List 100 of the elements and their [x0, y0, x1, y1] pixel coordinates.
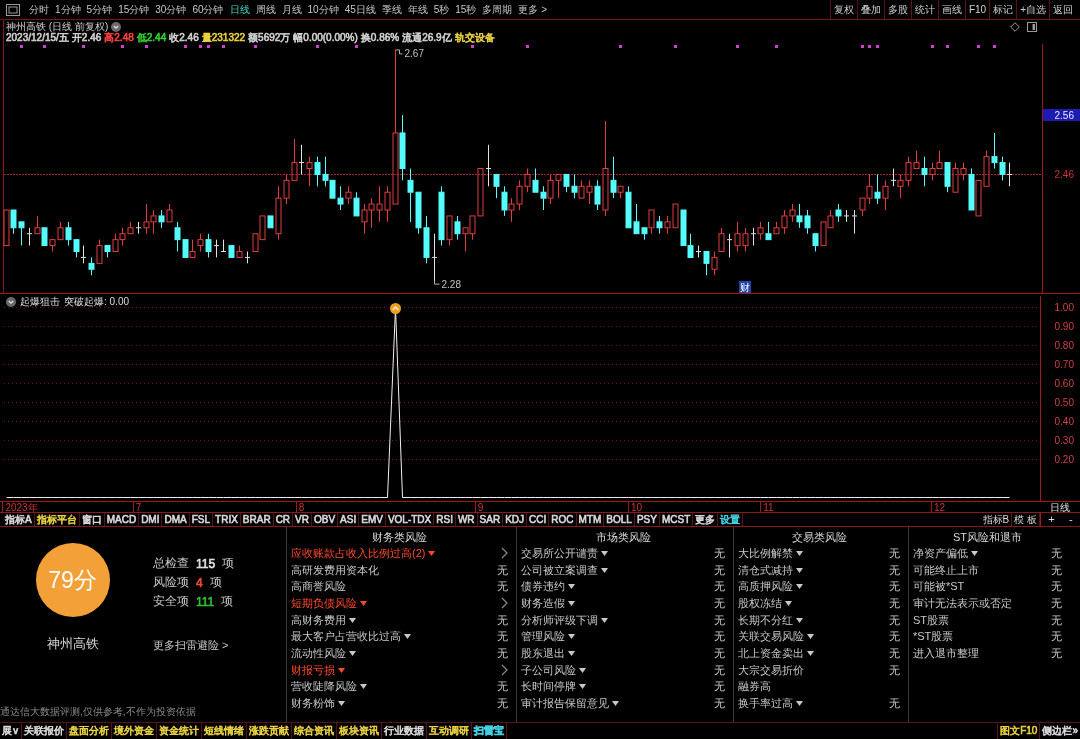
chevron-right-icon[interactable]	[501, 547, 508, 560]
risk-item[interactable]: 管理风险	[521, 629, 565, 645]
indicator-tab[interactable]: ROC	[549, 513, 577, 526]
caret-down-icon[interactable]	[807, 634, 814, 640]
event-badge[interactable]: 财	[739, 281, 751, 293]
period-tab[interactable]: 60分钟	[191, 2, 225, 17]
risk-item[interactable]: 公司被立案调查	[521, 562, 598, 578]
bottom-tab[interactable]: 境外资金	[112, 723, 158, 739]
risk-item[interactable]: 可能被*ST	[913, 579, 965, 595]
chevron-down-circle-icon[interactable]	[6, 296, 16, 307]
indicator-tab[interactable]: 窗口	[79, 513, 105, 526]
caret-down-icon[interactable]	[568, 584, 575, 590]
indicator-tab[interactable]: MACD	[104, 513, 140, 526]
bottom-tab[interactable]: 资金统计	[157, 723, 203, 739]
toolbar-button[interactable]: 叠加	[856, 0, 884, 19]
caret-down-icon[interactable]	[568, 634, 575, 640]
risk-item[interactable]: 高质押风险	[738, 579, 793, 595]
toolbar-button[interactable]: +自选	[1016, 0, 1049, 19]
caret-down-icon[interactable]	[601, 550, 608, 556]
indicator-tab[interactable]: RSI	[434, 513, 456, 526]
indicator-tab[interactable]: TRIX	[213, 513, 241, 526]
indicator-tab[interactable]: 指标B	[980, 513, 1013, 526]
caret-down-icon[interactable]	[612, 701, 619, 707]
bottom-tab[interactable]: 关联报价	[22, 723, 68, 739]
panel-icon[interactable]	[1027, 21, 1037, 32]
toolbar-button[interactable]: 画线	[937, 0, 965, 19]
indicator-tab[interactable]: EMV	[359, 513, 386, 526]
risk-item[interactable]: 高研发费用资本化	[291, 562, 379, 578]
caret-down-icon[interactable]	[796, 550, 803, 556]
bottom-tab[interactable]: 板块资讯	[337, 723, 383, 739]
indicator-tab[interactable]: DMA	[162, 513, 190, 526]
caret-down-icon[interactable]	[338, 701, 345, 707]
risk-item[interactable]: 长时间停牌	[521, 679, 576, 695]
indicator-tab[interactable]: FSL	[189, 513, 214, 526]
risk-item[interactable]: 子公司风险	[521, 662, 576, 678]
risk-item[interactable]: 流动性风险	[291, 645, 346, 661]
caret-down-icon[interactable]	[579, 667, 586, 673]
indicator-tab[interactable]: DMI	[139, 513, 163, 526]
indicator-tab[interactable]: OBV	[312, 513, 339, 526]
caret-down-icon[interactable]	[796, 617, 803, 623]
toolbar-button[interactable]: 多股	[883, 0, 911, 19]
risk-item[interactable]: 关联交易风险	[738, 629, 804, 645]
caret-down-icon[interactable]	[796, 584, 803, 590]
caret-down-icon[interactable]	[601, 617, 608, 623]
risk-item[interactable]: 净资产偏低	[913, 545, 968, 561]
risk-item[interactable]: 交易所公开谴责	[521, 545, 598, 561]
indicator-tab[interactable]: KDJ	[503, 513, 528, 526]
toolbar-button[interactable]: 统计	[910, 0, 938, 19]
period-tab[interactable]: 分时	[28, 2, 50, 17]
risk-item[interactable]: 进入退市整理	[913, 645, 979, 661]
caret-down-icon[interactable]	[796, 567, 803, 573]
caret-down-icon[interactable]	[785, 600, 792, 606]
risk-item[interactable]: 审计无法表示或否定	[913, 595, 1012, 611]
period-tab[interactable]: 10分钟	[306, 2, 340, 17]
risk-item[interactable]: 审计报告保留意见	[521, 696, 609, 712]
window-icon[interactable]	[6, 3, 20, 16]
period-tab[interactable]: 15秒	[454, 2, 478, 17]
period-tab[interactable]: 30分钟	[154, 2, 188, 17]
caret-down-icon[interactable]	[349, 617, 356, 623]
indicator-tab[interactable]: 设置	[718, 513, 744, 526]
toolbar-button[interactable]: 复权	[829, 0, 857, 19]
caret-down-icon[interactable]	[601, 567, 608, 573]
bottom-tab[interactable]: 综合资讯	[292, 723, 338, 739]
indicator-tab[interactable]: MCST	[659, 513, 694, 526]
zoom-button[interactable]: -	[1066, 513, 1076, 526]
risk-item[interactable]: 营收陡降风险	[291, 679, 357, 695]
indicator-tab[interactable]: BOLL	[604, 513, 635, 526]
bottom-tab[interactable]: 侧边栏»	[1039, 723, 1080, 739]
risk-item[interactable]: 债券违约	[521, 579, 565, 595]
zoom-button[interactable]: +	[1045, 513, 1058, 526]
risk-item[interactable]: 融券高	[738, 679, 771, 695]
risk-item[interactable]: 高商誉风险	[291, 579, 346, 595]
indicator-tab[interactable]: PSY	[634, 513, 660, 526]
caret-down-icon[interactable]	[428, 550, 436, 556]
risk-item[interactable]: 换手率过高	[738, 696, 793, 712]
chevron-right-icon[interactable]	[501, 597, 508, 610]
more-link[interactable]: 更多扫雷避险 >	[153, 638, 229, 653]
indicator-tab[interactable]: SAR	[477, 513, 504, 526]
bottom-tab[interactable]: 扫雷宝	[472, 723, 508, 739]
bottom-tab[interactable]: 短线情绪	[202, 723, 248, 739]
caret-down-icon[interactable]	[360, 600, 367, 606]
indicator-tab[interactable]: 指标A	[3, 513, 35, 526]
chevron-down-circle-icon[interactable]	[111, 21, 122, 32]
risk-item[interactable]: 高财务费用	[291, 612, 346, 628]
period-tab[interactable]: 周线	[254, 2, 277, 17]
caret-down-icon[interactable]	[971, 550, 978, 556]
indicator-tab[interactable]: VOL-TDX	[385, 513, 435, 526]
risk-item[interactable]: 大宗交易折价	[738, 662, 804, 678]
period-tab[interactable]: 15分钟	[117, 2, 151, 17]
period-tab[interactable]: 年线	[406, 2, 429, 17]
bottom-tab[interactable]: 盘面分析	[67, 723, 113, 739]
risk-item[interactable]: ST股票	[913, 612, 950, 628]
risk-item[interactable]: *ST股票	[913, 629, 954, 645]
indicator-tab[interactable]: 指标平台	[34, 513, 80, 526]
bottom-tab[interactable]: 展∨	[0, 723, 23, 739]
indicator-tab[interactable]: BRAR	[240, 513, 274, 526]
risk-item[interactable]: 财报亏损	[291, 662, 335, 678]
caret-down-icon[interactable]	[568, 600, 575, 606]
period-tab[interactable]: 5分钟	[85, 2, 114, 17]
risk-item[interactable]: 股权冻结	[738, 595, 782, 611]
